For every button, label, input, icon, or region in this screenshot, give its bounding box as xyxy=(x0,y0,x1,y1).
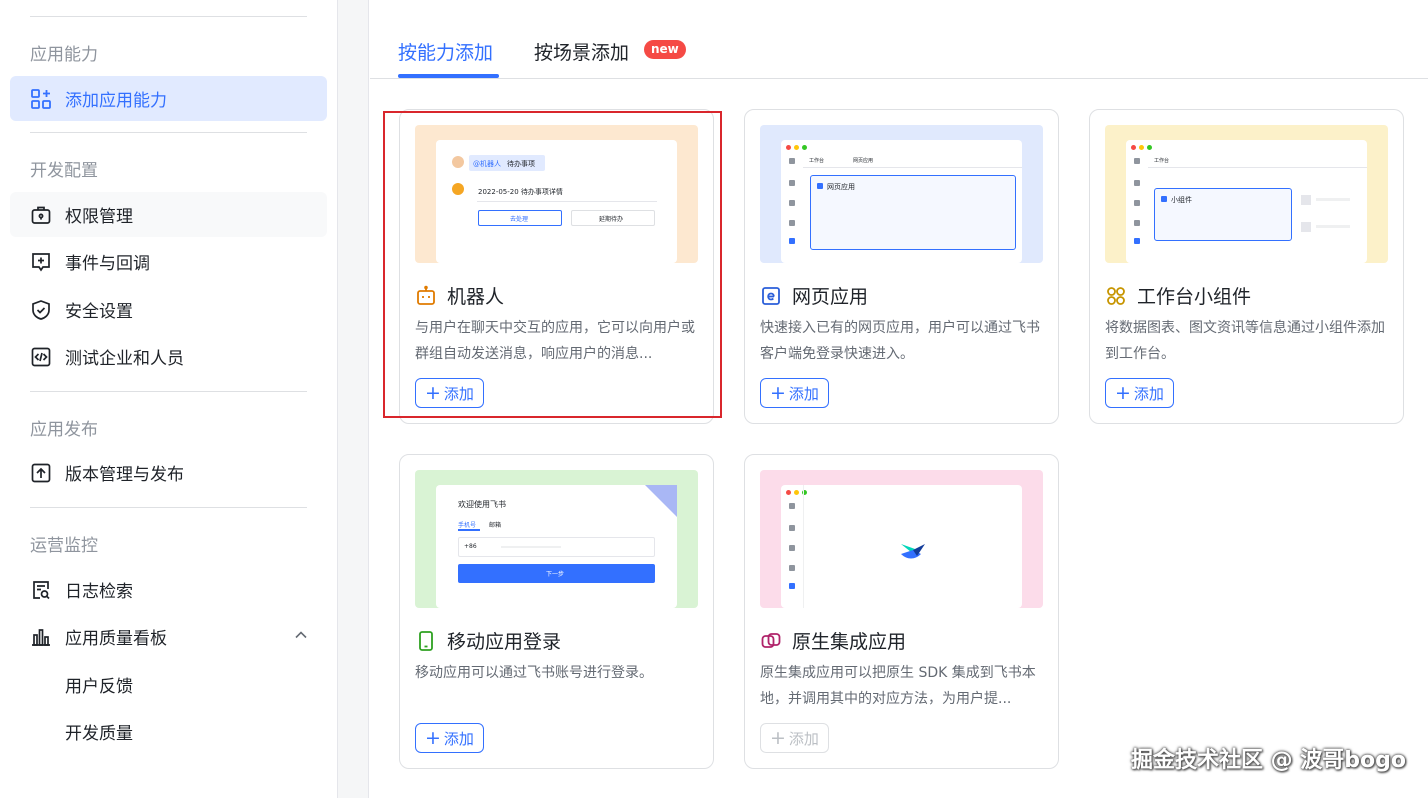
widget-icon xyxy=(1105,285,1127,307)
web-e-icon xyxy=(760,285,782,307)
sidebar-item-add-capability[interactable]: 添加应用能力 xyxy=(10,76,327,121)
lock-briefcase-icon xyxy=(30,204,52,226)
section-title-dev-config: 开发配置 xyxy=(30,161,98,181)
sidebar-item-quality-board[interactable]: 应用质量看板 xyxy=(10,614,327,659)
feishu-logo-icon xyxy=(899,540,927,568)
mobile-login-preview: 欢迎使用飞书 手机号 邮箱 +86 下一步 xyxy=(415,470,698,608)
card-description: 将数据图表、图文资讯等信息通过小组件添加到工作台。 xyxy=(1105,320,1385,362)
add-native-button[interactable]: + 添加 xyxy=(760,723,829,753)
active-tab-underline xyxy=(398,74,499,78)
section-title-ops: 运营监控 xyxy=(30,536,98,556)
section-title-capability: 应用能力 xyxy=(30,45,98,65)
card-description: 原生集成应用可以把原生 SDK 集成到飞书本地，并调用其中的对应方法，为用户提.… xyxy=(760,665,1036,707)
capability-card-web-app: 工作台 网页应用 网页应用 网页应用 快速接入已有的网页应用，用户可以通过飞书客… xyxy=(744,109,1059,424)
card-description: 移动应用可以通过飞书账号进行登录。 xyxy=(415,665,653,681)
sidebar-item-label: 日志检索 xyxy=(65,582,133,602)
plus-icon: + xyxy=(425,726,441,749)
card-description: 快速接入已有的网页应用，用户可以通过飞书客户端免登录快速进入。 xyxy=(760,320,1040,362)
sidebar-divider xyxy=(30,391,307,392)
sidebar-item-events[interactable]: 事件与回调 xyxy=(10,239,327,284)
sidebar-item-security[interactable]: 安全设置 xyxy=(10,287,327,332)
sidebar-item-label: 用户反馈 xyxy=(65,677,133,697)
plus-icon: + xyxy=(770,381,786,404)
sidebar-item-logs[interactable]: 日志检索 xyxy=(10,567,327,612)
event-plus-icon xyxy=(30,251,52,273)
card-title: 移动应用登录 xyxy=(415,627,561,654)
tab-by-capability[interactable]: 按能力添加 xyxy=(398,38,493,65)
add-widget-button[interactable]: + 添加 xyxy=(1105,378,1174,408)
capability-card-mobile-login: 欢迎使用飞书 手机号 邮箱 +86 下一步 移动应用登录 移动应用可以通过飞书账… xyxy=(399,454,714,769)
sidebar-item-label: 添加应用能力 xyxy=(65,91,167,111)
card-title: 工作台小组件 xyxy=(1105,282,1251,309)
sidebar-item-label: 开发质量 xyxy=(65,724,133,744)
section-title-release: 应用发布 xyxy=(30,420,98,440)
plus-icon: + xyxy=(770,726,786,749)
sidebar-item-user-feedback[interactable]: 用户反馈 xyxy=(10,662,327,707)
card-title: 网页应用 xyxy=(760,282,868,309)
sidebar-item-label: 版本管理与发布 xyxy=(65,465,184,485)
add-mobile-login-button[interactable]: + 添加 xyxy=(415,723,484,753)
add-web-app-button[interactable]: + 添加 xyxy=(760,378,829,408)
capability-card-widget: 工作台 小组件 工作台小组件 将数据图表、图文资讯等信息通过小组件添加到工作台。… xyxy=(1089,109,1404,424)
sidebar-item-versions[interactable]: 版本管理与发布 xyxy=(10,450,327,495)
sidebar-item-permissions[interactable]: 权限管理 xyxy=(10,192,327,237)
tab-by-scenario[interactable]: 按场景添加 xyxy=(534,38,629,65)
sidebar-item-label: 权限管理 xyxy=(65,207,133,227)
sidebar-item-dev-quality[interactable]: 开发质量 xyxy=(10,709,327,754)
native-link-icon xyxy=(760,630,782,652)
upload-box-icon xyxy=(30,462,52,484)
chevron-up-icon[interactable] xyxy=(293,627,309,648)
highlight-box xyxy=(383,111,722,418)
sidebar-item-label: 应用质量看板 xyxy=(65,629,167,649)
sidebar-item-label: 测试企业和人员 xyxy=(65,349,184,369)
sidebar-item-label: 事件与回调 xyxy=(65,254,150,274)
log-search-icon xyxy=(30,579,52,601)
tab-bar: 按能力添加 按场景添加 new xyxy=(370,0,1428,79)
layout-gutter xyxy=(338,0,369,798)
web-app-preview: 工作台 网页应用 网页应用 xyxy=(760,125,1043,263)
shield-check-icon xyxy=(30,299,52,321)
sidebar-divider xyxy=(30,16,307,17)
bar-chart-icon xyxy=(30,626,52,648)
watermark: 掘金技术社区 @ 波哥bogo xyxy=(1130,748,1406,773)
mobile-icon xyxy=(415,630,437,652)
grid-plus-icon xyxy=(30,88,52,110)
sidebar-item-test-users[interactable]: 测试企业和人员 xyxy=(10,334,327,379)
sidebar-item-label: 安全设置 xyxy=(65,302,133,322)
widget-preview: 工作台 小组件 xyxy=(1105,125,1388,263)
qr-corner-icon xyxy=(645,485,677,517)
new-badge: new xyxy=(644,40,686,59)
capability-card-native: 原生集成应用 原生集成应用可以把原生 SDK 集成到飞书本地，并调用其中的对应方… xyxy=(744,454,1059,769)
sidebar-divider xyxy=(30,507,307,508)
sidebar-divider xyxy=(30,132,307,133)
native-preview xyxy=(760,470,1043,608)
sidebar: 应用能力 添加应用能力 开发配置 权限管理 事件与回调 安全设置 测试企业和人员… xyxy=(0,0,338,798)
plus-icon: + xyxy=(1115,381,1131,404)
card-title: 原生集成应用 xyxy=(760,627,906,654)
code-box-icon xyxy=(30,346,52,368)
